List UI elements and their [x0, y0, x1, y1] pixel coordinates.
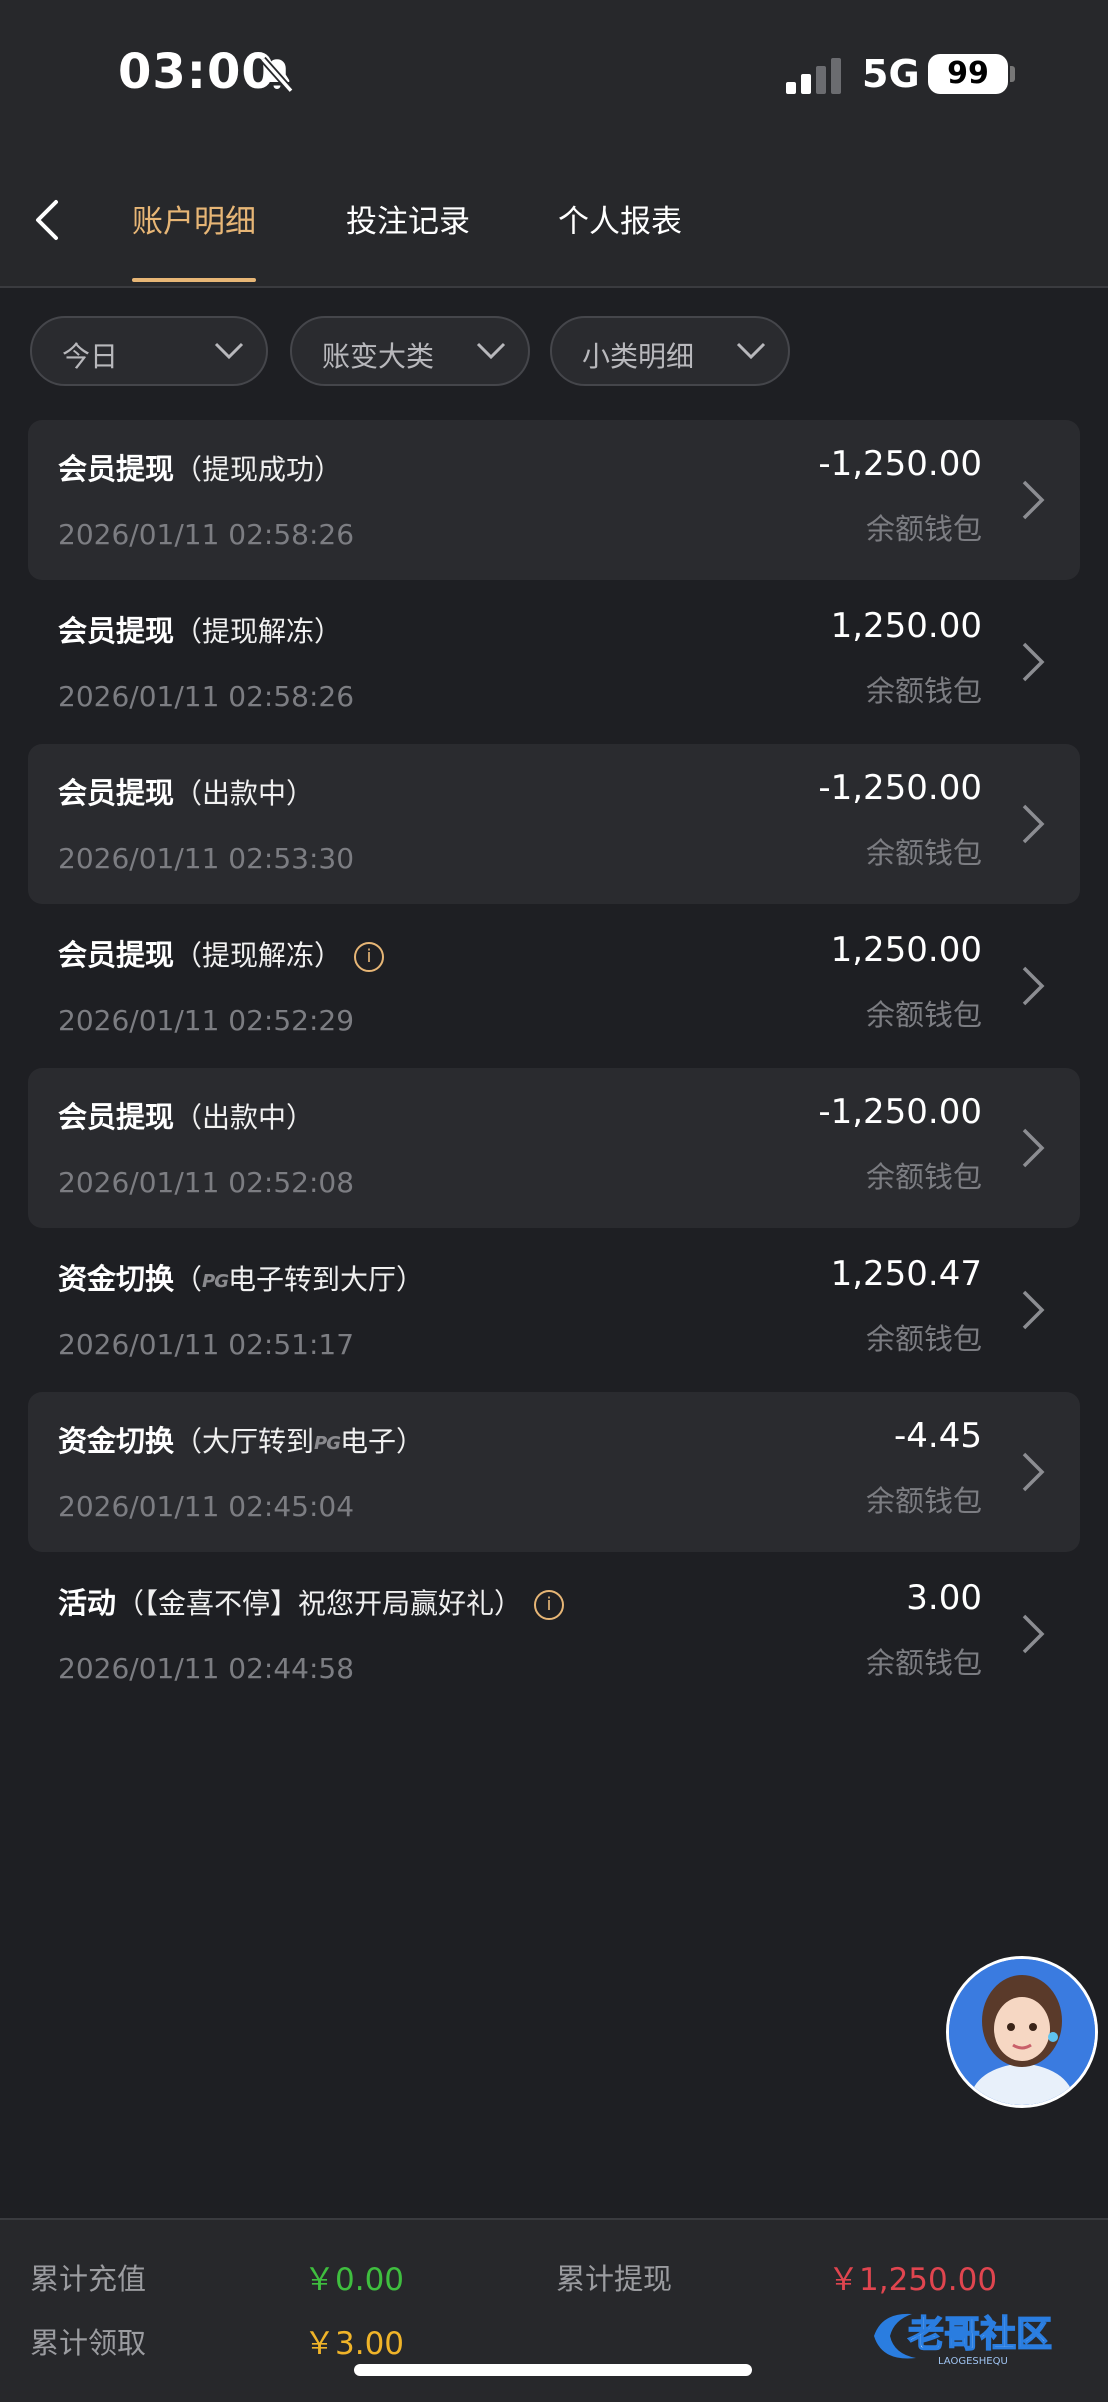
active-tab-indicator: [132, 278, 256, 282]
filter-category-dropdown[interactable]: 账变大类: [290, 316, 530, 386]
chevron-right-icon: [1022, 1452, 1045, 1492]
list-item[interactable]: 会员提现（出款中） 2026/01/11 02:52:08 -1,250.00 …: [28, 1068, 1080, 1228]
transaction-wallet: 余额钱包: [865, 1160, 982, 1194]
bell-muted-icon: [260, 56, 294, 94]
tab-account-details[interactable]: 账户明细: [132, 196, 256, 241]
list-item[interactable]: 会员提现（提现解冻） i 2026/01/11 02:52:29 1,250.00…: [28, 906, 1080, 1066]
chevron-down-icon: [476, 342, 506, 360]
transaction-amount: -1,250.00: [818, 768, 982, 808]
total-claim-value: ￥3.00: [304, 2326, 405, 2362]
total-deposit-value: ￥0.00: [304, 2262, 405, 2298]
home-indicator: [354, 2364, 752, 2376]
transaction-wallet: 余额钱包: [865, 1322, 982, 1356]
list-item[interactable]: 资金切换（大厅转到PG电子） 2026/01/11 02:45:04 -4.45…: [28, 1392, 1080, 1552]
customer-service-avatar[interactable]: [946, 1956, 1098, 2108]
transaction-title: 会员提现（提现解冻） i: [58, 932, 385, 974]
transaction-amount: 1,250.47: [830, 1254, 982, 1294]
transaction-date: 2026/01/11 02:52:29: [58, 1004, 355, 1037]
chevron-right-icon: [1022, 804, 1045, 844]
transaction-wallet: 余额钱包: [865, 998, 982, 1032]
battery-indicator: 99: [928, 54, 1008, 94]
chevron-right-icon: [1022, 642, 1045, 682]
transaction-wallet: 余额钱包: [865, 1484, 982, 1518]
total-withdraw-label: 累计提现: [556, 2262, 673, 2296]
chevron-down-icon: [736, 342, 766, 360]
transaction-wallet: 余额钱包: [865, 1646, 982, 1680]
transaction-date: 2026/01/11 02:52:08: [58, 1166, 355, 1199]
transaction-wallet: 余额钱包: [865, 836, 982, 870]
transaction-date: 2026/01/11 02:51:17: [58, 1328, 355, 1361]
list-item[interactable]: 会员提现（提现解冻） 2026/01/11 02:58:26 1,250.00 …: [28, 582, 1080, 742]
transaction-amount: -1,250.00: [818, 444, 982, 484]
chevron-right-icon: [1022, 1128, 1045, 1168]
transaction-date: 2026/01/11 02:44:58: [58, 1652, 355, 1685]
chevron-right-icon: [1022, 966, 1045, 1006]
list-item[interactable]: 会员提现（出款中） 2026/01/11 02:53:30 -1,250.00 …: [28, 744, 1080, 904]
agent-portrait-icon: [949, 1959, 1095, 2105]
info-icon[interactable]: i: [354, 942, 385, 972]
status-time: 03:00: [118, 44, 276, 100]
transaction-title: 会员提现（提现解冻）: [58, 614, 343, 648]
transaction-amount: 3.00: [906, 1578, 982, 1618]
transaction-wallet: 余额钱包: [865, 512, 982, 546]
filter-category-label: 账变大类: [322, 340, 435, 373]
chevron-right-icon: [1022, 1614, 1045, 1654]
filter-subcategory-dropdown[interactable]: 小类明细: [550, 316, 790, 386]
filter-bar: 今日 账变大类 小类明细: [0, 288, 1108, 398]
pg-logo: PG: [314, 1432, 341, 1454]
status-bar: 03:00 5G 99: [0, 0, 1108, 150]
network-type: 5G: [862, 52, 920, 96]
list-item[interactable]: 活动（【金喜不停】祝您开局赢好礼） i 2026/01/11 02:44:58 3…: [28, 1554, 1080, 1714]
filter-date-label: 今日: [62, 340, 119, 373]
transaction-title: 会员提现（出款中）: [58, 776, 315, 810]
tab-bet-records[interactable]: 投注记录: [346, 196, 470, 241]
top-nav: 账户明细 投注记录 个人报表: [0, 150, 1108, 288]
list-item[interactable]: 会员提现（提现成功） 2026/01/11 02:58:26 -1,250.00…: [28, 420, 1080, 580]
transaction-amount: 1,250.00: [830, 606, 982, 646]
tab-personal-report[interactable]: 个人报表: [558, 196, 682, 241]
transaction-title: 资金切换（大厅转到PG电子）: [58, 1424, 425, 1458]
list-item[interactable]: 资金切换（PG电子转到大厅） 2026/01/11 02:51:17 1,250…: [28, 1230, 1080, 1390]
total-deposit-label: 累计充值: [30, 2262, 147, 2296]
battery-cap: [1010, 66, 1015, 82]
total-withdraw-value: ￥1,250.00: [828, 2262, 998, 2298]
transaction-date: 2026/01/11 02:58:26: [58, 680, 355, 713]
back-arrow-icon[interactable]: [28, 198, 68, 242]
transaction-amount: -1,250.00: [818, 1092, 982, 1132]
transaction-amount: 1,250.00: [830, 930, 982, 970]
signal-icon: [786, 58, 841, 94]
transaction-title: 会员提现（提现成功）: [58, 452, 343, 486]
total-claim-label: 累计领取: [30, 2326, 147, 2360]
svg-text:老哥社区: 老哥社区: [908, 2314, 1052, 2355]
transaction-date: 2026/01/11 02:45:04: [58, 1490, 355, 1523]
transaction-amount: -4.45: [894, 1416, 982, 1456]
filter-subcategory-label: 小类明细: [582, 340, 695, 373]
transaction-title: 会员提现（出款中）: [58, 1100, 315, 1134]
transaction-date: 2026/01/11 02:53:30: [58, 842, 355, 875]
transaction-title: 活动（【金喜不停】祝您开局赢好礼） i: [58, 1580, 565, 1622]
transaction-title: 资金切换（PG电子转到大厅）: [58, 1262, 425, 1296]
info-icon[interactable]: i: [534, 1590, 565, 1620]
chevron-right-icon: [1022, 1290, 1045, 1330]
transaction-wallet: 余额钱包: [865, 674, 982, 708]
chevron-down-icon: [214, 342, 244, 360]
filter-date-dropdown[interactable]: 今日: [30, 316, 268, 386]
pg-logo: PG: [202, 1270, 229, 1292]
watermark-logo: 老哥社区 LAOGESHEQU: [874, 2313, 1053, 2367]
transaction-date: 2026/01/11 02:58:26: [58, 518, 355, 551]
chevron-right-icon: [1022, 480, 1045, 520]
svg-text:LAOGESHEQU: LAOGESHEQU: [938, 2356, 1008, 2367]
